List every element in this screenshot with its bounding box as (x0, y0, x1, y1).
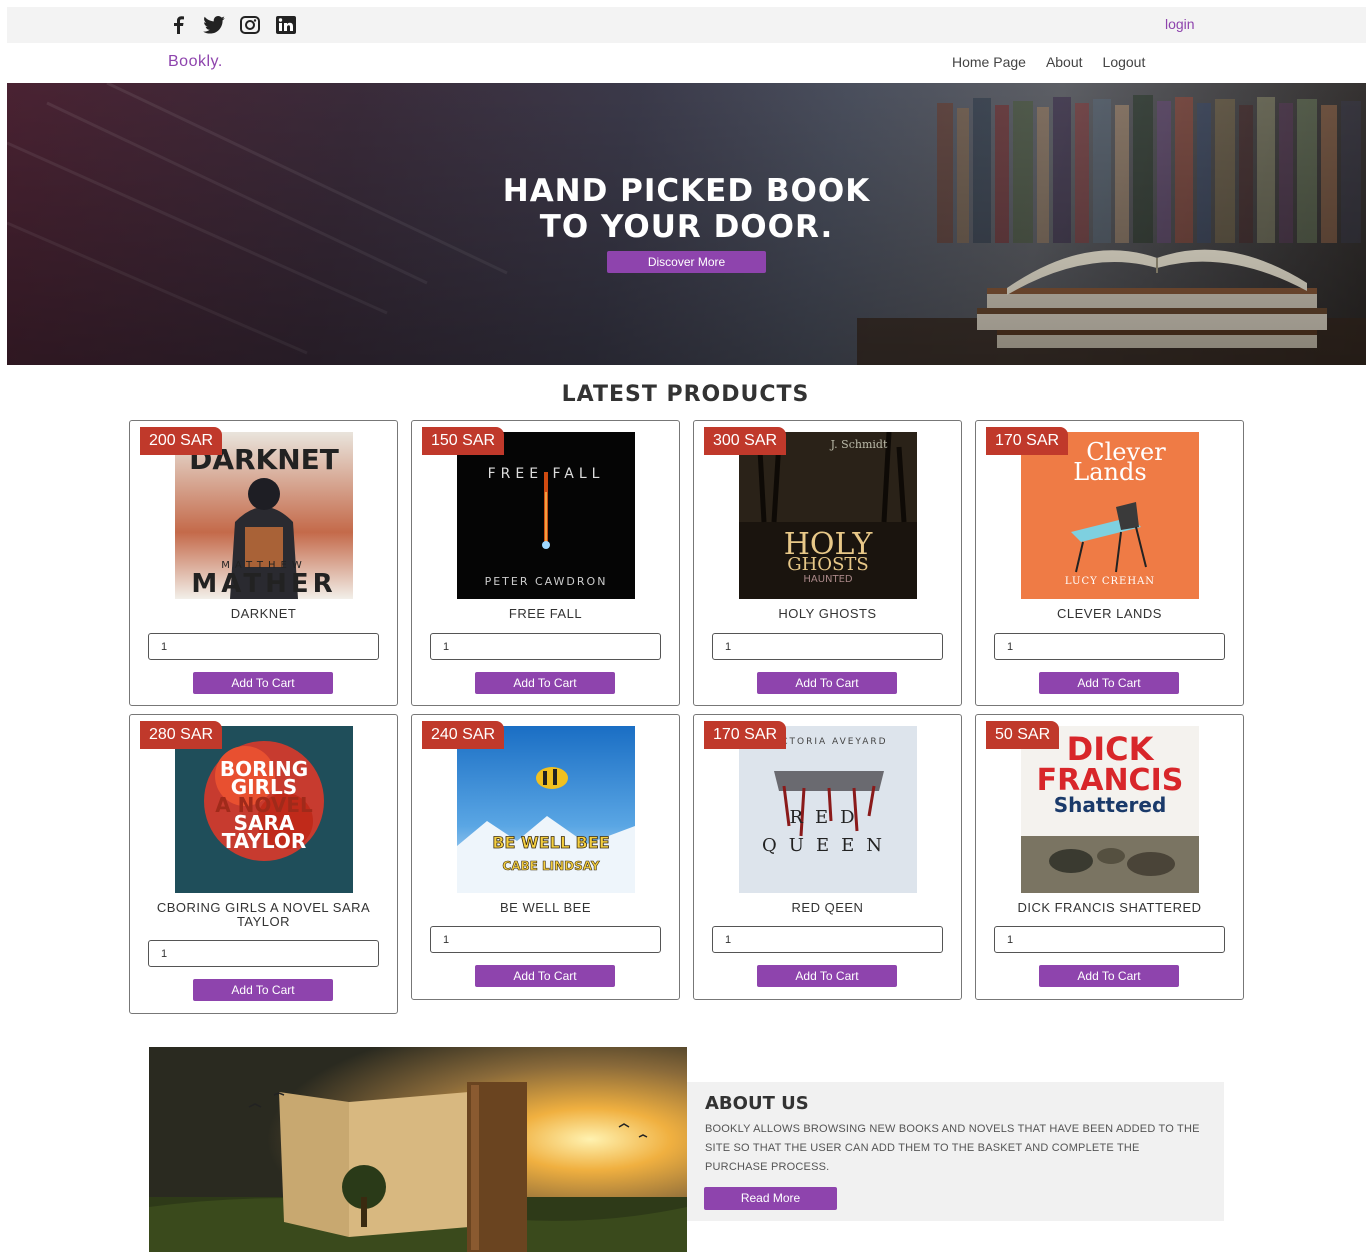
add-to-cart-button[interactable]: Add To Cart (193, 979, 333, 1001)
nav-logout-link[interactable]: Logout (1103, 54, 1146, 70)
price-badge: 300 SAR (704, 427, 787, 455)
nav-links: Home Page About Logout (952, 54, 1145, 70)
product-card: 240 SAR BE WELL BEE CABE LINDSAY BE WELL… (411, 714, 680, 1000)
product-card: 170 SAR Clever Lands LUCY CREHAN CLEVER … (975, 420, 1244, 706)
book-cover-image[interactable]: Clever Lands LUCY CREHAN (1021, 432, 1199, 599)
product-card: 170 SAR VICTORIA AVEYARD RED QUEEN RED Q… (693, 714, 962, 1000)
cover-author-line-2: TAYLOR (222, 829, 307, 853)
book-cover-image[interactable]: BE WELL BEE CABE LINDSAY (457, 726, 635, 893)
hero-banner: HAND PICKED BOOK TO YOUR DOOR. Discover … (7, 83, 1366, 365)
facebook-icon[interactable] (167, 15, 189, 35)
price-badge: 240 SAR (422, 721, 505, 749)
cover-author-text: LUCY CREHAN (1065, 576, 1155, 587)
book-cover-image[interactable]: BORING GIRLS A NOVEL SARA TAYLOR (175, 726, 353, 893)
add-to-cart-button[interactable]: Add To Cart (757, 672, 897, 694)
product-name: CLEVER LANDS (1057, 606, 1162, 621)
product-name: DARKNET (230, 606, 297, 621)
about-title: ABOUT US (705, 1093, 809, 1114)
product-name: BE WELL BEE (500, 900, 591, 915)
book-cover-image[interactable]: FREE FALL PETER CAWDRON (457, 432, 635, 599)
cover-title-line-2: QUEEN (762, 835, 894, 856)
quantity-input[interactable] (994, 633, 1225, 660)
quantity-input[interactable] (430, 926, 661, 953)
cover-title-text: Shattered (1054, 793, 1167, 817)
logo[interactable]: Bookly. (168, 53, 223, 71)
about-section: ABOUT US BOOKLY ALLOWS BROWSING NEW BOOK… (687, 1082, 1224, 1221)
hero-title-line-2: TO YOUR DOOR. (539, 209, 834, 245)
product-name: RED QEEN (791, 900, 864, 915)
cover-subtitle: HAUNTED (803, 574, 853, 585)
add-to-cart-button[interactable]: Add To Cart (757, 965, 897, 987)
navbar: Bookly. Home Page About Logout (7, 43, 1366, 83)
book-cover-image[interactable]: VICTORIA AVEYARD RED QUEEN (739, 726, 917, 893)
cover-title-line-2: Lands (1073, 458, 1146, 486)
add-to-cart-button[interactable]: Add To Cart (1039, 672, 1179, 694)
cover-title-text: FREE FALL (488, 466, 605, 482)
login-link[interactable]: login (1165, 16, 1195, 32)
quantity-input[interactable] (148, 633, 379, 660)
latest-products-title: LATEST PRODUCTS (561, 382, 810, 407)
product-card: 50 SAR DICK FRANCIS Shattered DICK FRANC… (975, 714, 1244, 1000)
price-badge: 170 SAR (986, 427, 1069, 455)
social-links (167, 15, 297, 35)
discover-more-button[interactable]: Discover More (607, 251, 766, 273)
product-card: 280 SAR BORING GIRLS A NOVEL SARA TAYLOR… (129, 714, 398, 1014)
product-name: DICK FRANCIS SHATTERED (1017, 900, 1202, 915)
cover-author-text: J. Schmidt (830, 438, 888, 451)
quantity-input[interactable] (712, 926, 943, 953)
cover-title-line-1: RED (789, 807, 866, 828)
book-cover-image[interactable]: J. Schmidt HOLY GHOSTS HAUNTED (739, 432, 917, 599)
hero-title: HAND PICKED BOOK TO YOUR DOOR. (7, 173, 1366, 245)
linkedin-icon[interactable] (275, 15, 297, 35)
product-name: CBORING GIRLS A NOVEL SARA TAYLOR (156, 900, 371, 929)
quantity-input[interactable] (994, 926, 1225, 953)
hero-title-line-1: HAND PICKED BOOK (502, 173, 871, 209)
add-to-cart-button[interactable]: Add To Cart (475, 672, 615, 694)
instagram-icon[interactable] (239, 15, 261, 35)
cover-author-text: VICTORIA AVEYARD (768, 737, 887, 747)
price-badge: 50 SAR (986, 721, 1060, 749)
price-badge: 280 SAR (140, 721, 223, 749)
nav-home-link[interactable]: Home Page (952, 54, 1026, 70)
add-to-cart-button[interactable]: Add To Cart (475, 965, 615, 987)
quantity-input[interactable] (712, 633, 943, 660)
cover-title-line-2: GHOSTS (787, 554, 869, 575)
price-badge: 150 SAR (422, 427, 505, 455)
cover-author-text: CABE LINDSAY (502, 859, 600, 873)
add-to-cart-button[interactable]: Add To Cart (1039, 965, 1179, 987)
twitter-icon[interactable] (203, 15, 225, 35)
add-to-cart-button[interactable]: Add To Cart (193, 672, 333, 694)
about-image (149, 1047, 687, 1252)
cover-title-text: BE WELL BEE (492, 833, 609, 852)
quantity-input[interactable] (430, 633, 661, 660)
product-card: 300 SAR J. Schmidt HOLY GHOSTS HAUNTED H… (693, 420, 962, 706)
cover-author-text: PETER CAWDRON (485, 575, 608, 588)
about-text: BOOKLY ALLOWS BROWSING NEW BOOKS AND NOV… (705, 1123, 1200, 1173)
book-cover-image[interactable]: DARKNET MATTHEW MATHER (175, 432, 353, 599)
price-badge: 170 SAR (704, 721, 787, 749)
product-card: 200 SAR DARKNET MATTHEW MATHER DARKNET A… (129, 420, 398, 706)
product-name: HOLY GHOSTS (778, 606, 877, 621)
quantity-input[interactable] (148, 940, 379, 967)
book-cover-image[interactable]: DICK FRANCIS Shattered (1021, 726, 1199, 893)
price-badge: 200 SAR (140, 427, 223, 455)
read-more-button[interactable]: Read More (704, 1187, 837, 1210)
product-card: 150 SAR FREE FALL PETER CAWDRON FREE FAL… (411, 420, 680, 706)
nav-about-link[interactable]: About (1046, 54, 1083, 70)
cover-author-last: MATHER (191, 569, 336, 599)
top-bar: login (7, 7, 1366, 43)
product-name: FREE FALL (508, 606, 583, 621)
